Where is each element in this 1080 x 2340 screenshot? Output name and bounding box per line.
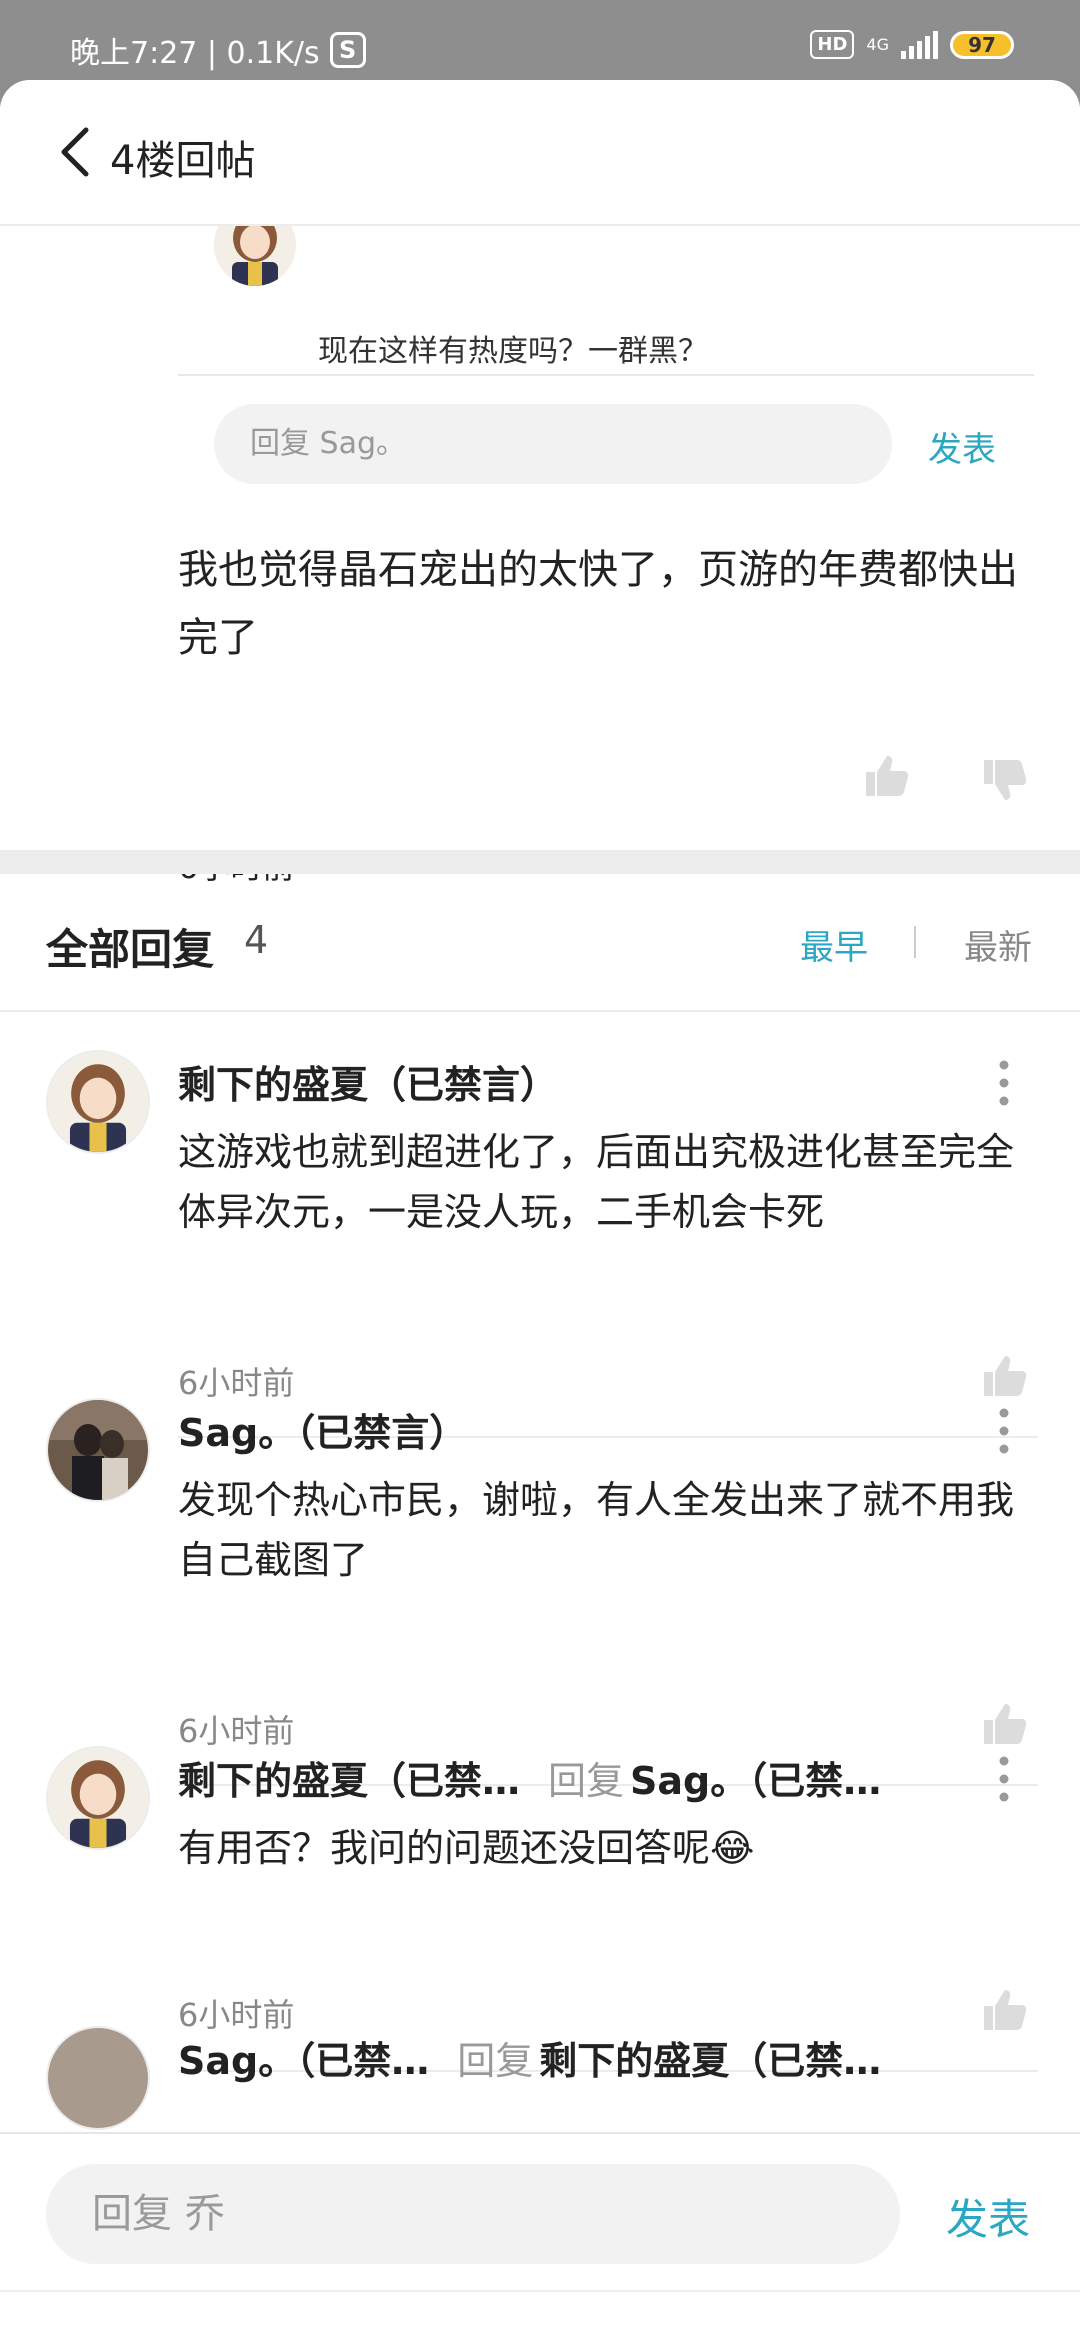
reply-item: Sag。（已禁言） 发现个热心市民，谢啦，有人全发出来了就不用我自己截图了 6小…	[0, 1398, 1080, 1786]
network-type: 4G	[866, 34, 889, 54]
quote-send-button[interactable]: 发表	[928, 422, 996, 471]
sort-separator	[914, 926, 916, 958]
home-icon[interactable]	[520, 2336, 560, 2340]
send-button[interactable]: 发表	[946, 2186, 1030, 2247]
list-divider	[0, 1010, 1080, 1012]
section-divider	[0, 850, 1080, 874]
chevron-left-icon[interactable]	[56, 124, 96, 180]
thumbs-up-icon[interactable]	[980, 1700, 1028, 1746]
avatar[interactable]	[46, 1398, 150, 1502]
anime-avatar-icon	[48, 1748, 148, 1848]
reply-author[interactable]: 剩下的盛夏（已禁言）	[178, 1054, 558, 1109]
system-nav-bar	[0, 2290, 1080, 2340]
quote-reply-input[interactable]: 回复 Sag。	[214, 404, 892, 484]
reply-target[interactable]: Sag。（已禁…	[630, 1759, 881, 1803]
thumbs-up-icon[interactable]	[980, 1352, 1028, 1398]
status-left: 晚上7:27 | 0.1K/s S	[70, 28, 366, 72]
all-replies-count: 4	[244, 918, 269, 962]
more-icon[interactable]	[998, 1756, 1010, 1802]
post-content: 我也觉得晶石宠出的太快了，页游的年费都快出完了	[178, 547, 1018, 661]
reply-content: 发现个热心市民，谢啦，有人全发出来了就不用我自己截图了	[178, 1478, 1015, 1582]
quoted-text: 现在这样有热度吗？一群黑？	[318, 334, 708, 369]
battery-icon: 97	[950, 30, 1014, 59]
reply-content: 这游戏也就到超进化了，后面出究极进化甚至完全体异次元，一是没人玩，二手机会卡死	[178, 1130, 1015, 1234]
reply-author[interactable]: 剩下的盛夏（已禁…	[178, 1759, 520, 1803]
header: 4楼回帖	[0, 80, 1080, 226]
back-icon[interactable]	[748, 2336, 788, 2340]
reply-author[interactable]: Sag。（已禁言）	[178, 1402, 467, 1457]
app-notification-icon: S	[329, 32, 366, 68]
reply-input[interactable]: 回复 乔	[46, 2164, 900, 2264]
bottom-reply-bar: 回复 乔 发表	[0, 2132, 1080, 2292]
sort-earliest-tab[interactable]: 最早	[800, 920, 868, 969]
reply-author-line: Sag。（已禁… 回复 剩下的盛夏（已禁…	[178, 2030, 881, 2085]
reply-content: 有用否？我问的问题还没回答呢😂	[178, 1826, 755, 1870]
reply-author-line: 剩下的盛夏（已禁… 回复 Sag。（已禁…	[178, 1750, 881, 1805]
photo-avatar-icon	[48, 1400, 148, 1500]
menu-icon[interactable]	[294, 2336, 334, 2340]
reply-item: 剩下的盛夏（已禁言） 这游戏也就到超进化了，后面出究极进化甚至完全体异次元，一是…	[0, 1050, 1080, 1438]
status-time: 晚上7:27 | 0.1K/s	[70, 36, 320, 71]
page-title: 4楼回帖	[110, 138, 256, 184]
hd-badge: HD	[810, 30, 855, 59]
quoted-reply: 现在这样有热度吗？一群黑？	[178, 204, 1034, 376]
thumbs-down-icon[interactable]	[980, 758, 1028, 804]
status-bar: 晚上7:27 | 0.1K/s S HD 4G 97	[0, 0, 1080, 80]
reply-target[interactable]: 剩下的盛夏（已禁…	[539, 2039, 881, 2083]
more-icon[interactable]	[998, 1060, 1010, 1106]
all-replies-title: 全部回复	[46, 925, 215, 974]
reply-item: 剩下的盛夏（已禁… 回复 Sag。（已禁… 有用否？我问的问题还没回答呢😂 6小时前	[0, 1746, 1080, 2072]
reply-author[interactable]: Sag。（已禁…	[178, 2039, 429, 2083]
avatar[interactable]	[46, 2026, 150, 2130]
photo-avatar-icon	[48, 2028, 148, 2128]
status-right: HD 4G 97	[810, 30, 1014, 59]
reply-word: 回复	[457, 2039, 534, 2083]
signal-icon	[901, 30, 938, 59]
main-card: 4楼回帖 现在这样有热度吗？一群黑？ 回复 Sag。 发表 我也觉得晶石宠出的太…	[0, 80, 1080, 2340]
reply-word: 回复	[548, 1759, 625, 1803]
more-icon[interactable]	[998, 1408, 1010, 1454]
avatar[interactable]	[46, 1050, 150, 1154]
avatar[interactable]	[46, 1746, 150, 1850]
anime-avatar-icon	[48, 1052, 148, 1152]
thumbs-up-icon[interactable]	[862, 752, 910, 798]
reply-item: Sag。（已禁… 回复 剩下的盛夏（已禁…	[0, 2026, 1080, 2146]
sort-newest-tab[interactable]: 最新	[964, 920, 1032, 969]
